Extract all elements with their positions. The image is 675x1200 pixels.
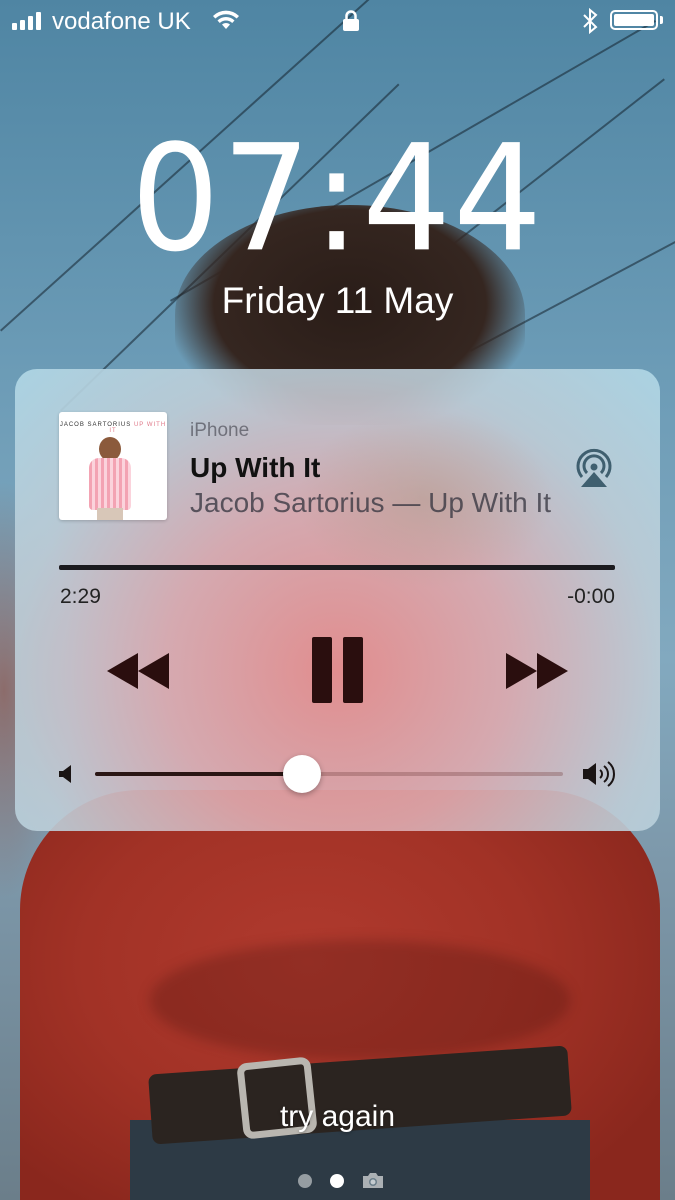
lock-screen-time: 07:44: [130, 113, 545, 286]
elapsed-time: 2:29: [60, 585, 101, 608]
remaining-time: -0:00: [567, 585, 615, 608]
album-art-artist-text: JACOB SARTORIUS: [59, 422, 132, 428]
wifi-icon: [213, 10, 239, 29]
track-title: Up With It: [190, 452, 321, 483]
album-art[interactable]: JACOB SARTORIUS UP WITH IT: [59, 412, 167, 520]
page-dot[interactable]: [298, 1173, 312, 1188]
album-art-figure-legs: [97, 508, 123, 520]
page-indicator: [298, 1172, 384, 1189]
status-bar: vodafone UK: [0, 0, 675, 44]
now-playing-widget: JACOB SARTORIUS UP WITH IT iPhone Up Wit…: [15, 369, 660, 831]
signal-icon: [12, 12, 41, 30]
camera-icon[interactable]: [362, 1172, 384, 1189]
volume-knob[interactable]: [283, 755, 321, 793]
pause-button[interactable]: [312, 637, 364, 703]
artist-album: Jacob Sartorius — Up With It: [190, 487, 552, 518]
playback-source: iPhone: [190, 420, 250, 441]
album-art-figure-shirt: [89, 458, 131, 510]
airplay-icon[interactable]: [573, 447, 615, 489]
battery-icon: [610, 10, 658, 30]
volume-low-icon: [59, 765, 71, 783]
carrier-name: vodafone UK: [52, 8, 191, 35]
lock-screen-date: Friday 11 May: [221, 280, 454, 321]
volume-slider[interactable]: [95, 772, 563, 776]
volume-fill: [95, 772, 306, 776]
volume-high-icon: [583, 761, 615, 787]
album-art-title: JACOB SARTORIUS UP WITH IT: [59, 422, 167, 434]
unlock-hint-text: try again: [279, 1100, 396, 1133]
bluetooth-icon: [583, 8, 598, 34]
battery-fill: [614, 14, 654, 26]
fast-forward-button[interactable]: [506, 653, 568, 689]
rewind-button[interactable]: [107, 653, 169, 689]
progress-fill: [59, 565, 615, 570]
battery-nub: [660, 16, 663, 24]
sweater-fold: [150, 940, 570, 1060]
lock-icon: [343, 10, 359, 31]
progress-scrubber[interactable]: [59, 565, 615, 570]
page-dot-active[interactable]: [330, 1173, 344, 1188]
